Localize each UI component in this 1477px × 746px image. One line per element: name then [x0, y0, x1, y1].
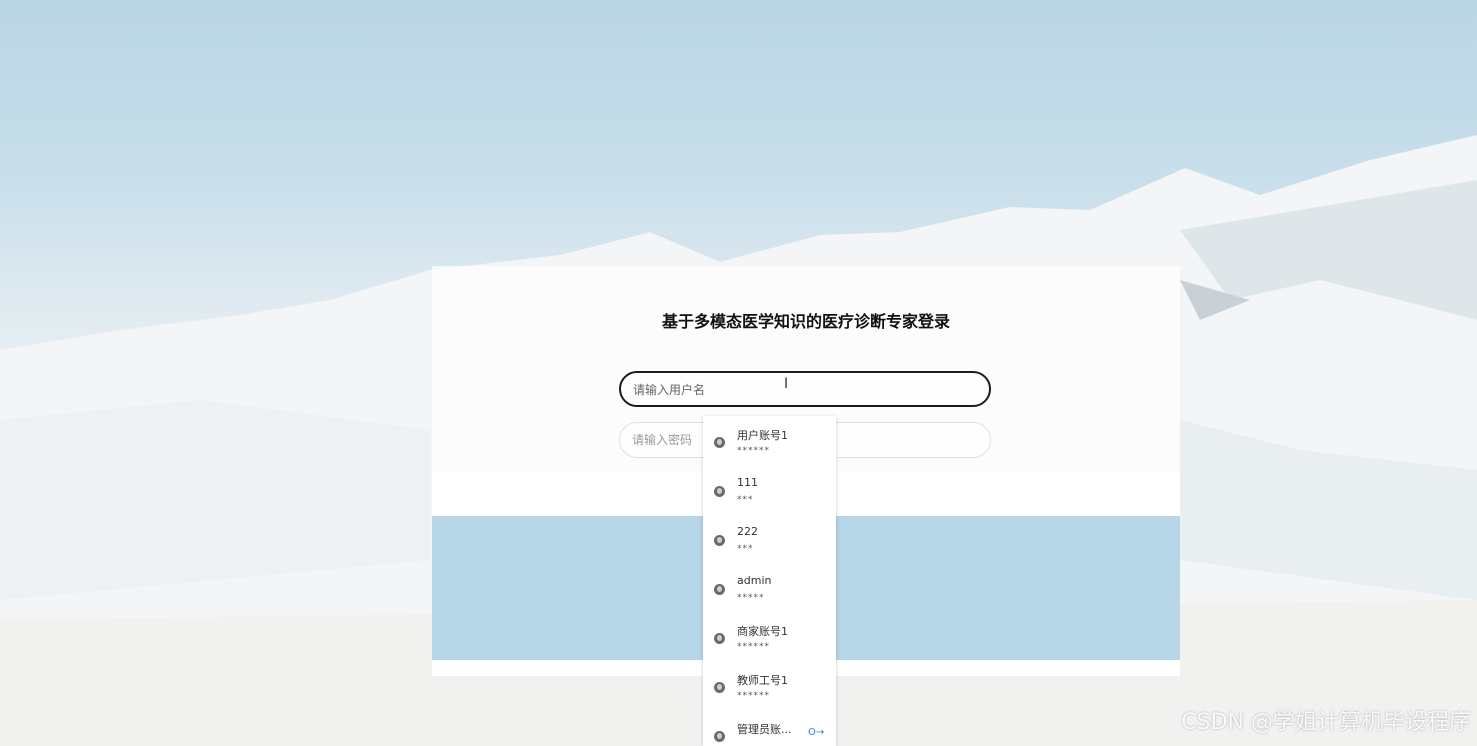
globe-icon: [714, 731, 725, 742]
globe-icon: [714, 633, 725, 644]
globe-icon: [714, 535, 725, 546]
autofill-username: 教师工号1: [737, 674, 788, 687]
autofill-password-mask: *****: [737, 593, 765, 603]
autofill-item[interactable]: 管理员账... O→: [703, 710, 836, 746]
autofill-item[interactable]: 111 ***: [703, 465, 836, 514]
autofill-password-mask: ***: [737, 495, 754, 505]
autofill-item[interactable]: admin *****: [703, 563, 836, 612]
autofill-username: 用户账号1: [737, 429, 788, 442]
autofill-dropdown[interactable]: 用户账号1 ****** 111 *** 222 *** admin *****…: [703, 416, 836, 746]
autofill-item[interactable]: 222 ***: [703, 514, 836, 563]
page-title: 基于多模态医学知识的医疗诊断专家登录: [661, 312, 950, 331]
autofill-password-mask: ******: [737, 642, 770, 652]
autofill-username: 222: [737, 525, 758, 538]
globe-icon: [714, 437, 725, 448]
autofill-item[interactable]: 教师工号1 ******: [703, 661, 836, 710]
globe-icon: [714, 584, 725, 595]
autofill-username: 111: [737, 476, 758, 489]
autofill-password-mask: ***: [737, 544, 754, 554]
text-cursor-icon: I: [784, 376, 789, 392]
key-icon: O→: [808, 727, 825, 738]
autofill-username: admin: [737, 574, 772, 587]
globe-icon: [714, 486, 725, 497]
autofill-password-mask: ******: [737, 691, 770, 701]
globe-icon: [714, 682, 725, 693]
csdn-watermark: CSDN @学姐计算机毕设程序: [1181, 710, 1471, 735]
autofill-item[interactable]: 商家账号1 ******: [703, 612, 836, 661]
autofill-password-mask: ******: [737, 446, 770, 456]
username-input[interactable]: 请输入用户名: [619, 371, 991, 407]
autofill-username: 商家账号1: [737, 625, 788, 638]
autofill-username: 管理员账...: [737, 723, 792, 736]
autofill-item[interactable]: 用户账号1 ******: [703, 416, 836, 465]
